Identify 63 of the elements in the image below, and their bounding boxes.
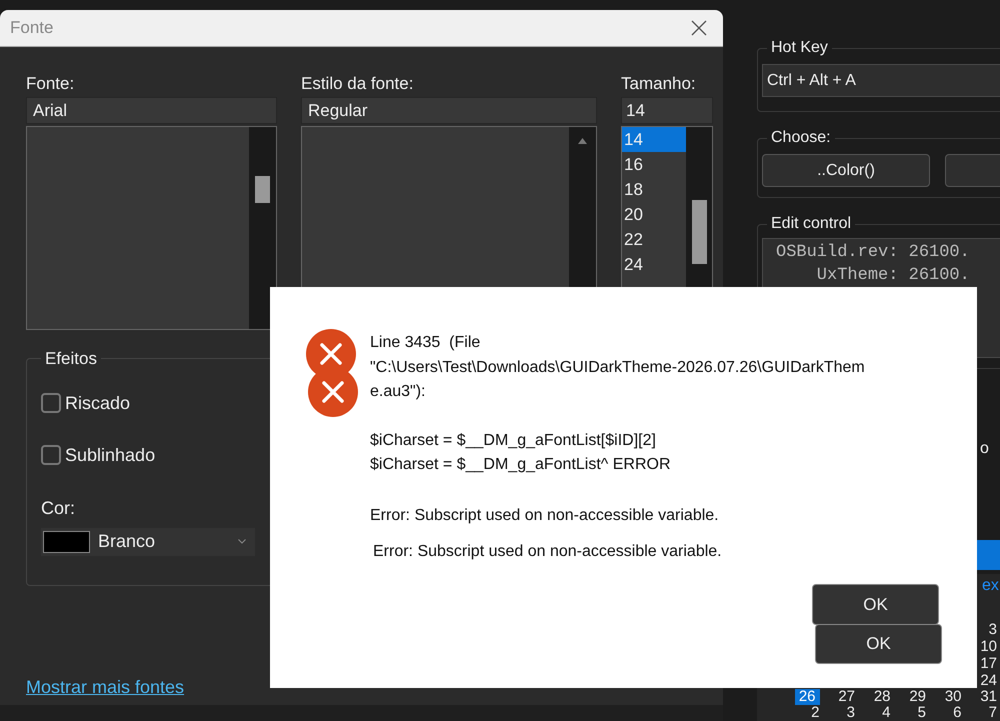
checkbox-label: Riscado bbox=[65, 392, 130, 414]
size-item[interactable]: 16 bbox=[622, 152, 686, 177]
field-label: Fonte: bbox=[26, 73, 76, 95]
color-swatch bbox=[43, 530, 90, 552]
group-title: Hot Key bbox=[770, 38, 829, 58]
checkbox[interactable] bbox=[41, 393, 61, 413]
font-size-field[interactable]: 14 bbox=[621, 97, 713, 124]
size-item[interactable]: 14 bbox=[622, 127, 686, 152]
field-label: Tamanho: bbox=[621, 73, 697, 95]
error-text: Error: Subscript used on non-accessible variable. bbox=[373, 542, 723, 562]
color-button[interactable]: ..Color() bbox=[762, 154, 930, 187]
message-line: "C:\Users\Test\Downloads\GUIDarkTheme-2026.07.26\GUIDarkThem bbox=[370, 358, 865, 378]
font-name-field[interactable]: Arial bbox=[26, 97, 277, 124]
scrollbar[interactable] bbox=[249, 127, 276, 329]
edit-line: UxTheme: 26100. bbox=[816, 265, 971, 287]
scroll-up-icon[interactable] bbox=[578, 138, 587, 144]
group-title: Efeitos bbox=[44, 348, 98, 370]
field-label: Estilo da fonte: bbox=[301, 73, 414, 95]
font-style-field[interactable]: Regular bbox=[301, 97, 597, 124]
calendar-day[interactable]: 3 bbox=[846, 705, 855, 721]
error-text: Error: Subscript used on non-accessible variable. bbox=[370, 506, 720, 526]
close-icon[interactable] bbox=[691, 20, 707, 36]
calendar-day[interactable]: 29 bbox=[909, 689, 926, 705]
scroll-thumb[interactable] bbox=[692, 200, 706, 264]
ok-button[interactable]: OK bbox=[815, 624, 942, 664]
color-name: Branco bbox=[98, 530, 156, 553]
scroll-thumb[interactable] bbox=[255, 176, 270, 203]
calendar-day[interactable]: 3 bbox=[988, 621, 997, 638]
size-item[interactable]: 22 bbox=[622, 227, 686, 252]
calendar-day[interactable]: 5 bbox=[918, 705, 926, 721]
side-label: o bbox=[980, 439, 989, 459]
message-line: Line 3435 (File bbox=[370, 333, 482, 353]
more-fonts-link[interactable]: Mostrar mais fontes bbox=[26, 674, 184, 701]
calendar-day[interactable]: 17 bbox=[980, 655, 997, 672]
calendar-day[interactable]: 10 bbox=[980, 638, 997, 655]
size-item[interactable]: 24 bbox=[622, 252, 686, 277]
calendar-day[interactable]: 28 bbox=[874, 689, 890, 705]
calendar-day[interactable]: 27 bbox=[838, 689, 855, 705]
hotkey-field[interactable]: Ctrl + Alt + A bbox=[762, 64, 1000, 97]
calendar-day[interactable]: 2 bbox=[811, 705, 820, 721]
edit-line: OSBuild.rev: 26100. bbox=[776, 242, 971, 264]
calendar-day[interactable]: 30 bbox=[944, 689, 962, 705]
checkbox[interactable] bbox=[41, 445, 61, 465]
field-label: Cor: bbox=[41, 496, 76, 520]
color-dropdown[interactable]: Branco bbox=[41, 528, 255, 556]
message-line: e.au3"): bbox=[370, 382, 426, 402]
calendar-day[interactable]: 26 bbox=[794, 689, 820, 705]
code-line: $iCharset = $__DM_g_aFontList[$iID][2] bbox=[370, 430, 657, 450]
calendar-day[interactable]: 7 bbox=[988, 705, 997, 721]
group-title: Choose: bbox=[770, 128, 832, 148]
code-line: $iCharset = $__DM_g_aFontList^ ERROR bbox=[370, 455, 672, 475]
size-item[interactable]: 20 bbox=[622, 202, 686, 227]
calendar-day[interactable]: 24 bbox=[980, 672, 997, 689]
calendar-day[interactable]: 4 bbox=[882, 705, 890, 721]
calendar-day[interactable]: 6 bbox=[953, 705, 962, 721]
checkbox-label: Sublinhado bbox=[65, 444, 156, 466]
ok-button[interactable]: OK bbox=[812, 584, 939, 625]
size-item[interactable]: 18 bbox=[622, 177, 686, 202]
calendar-column-label: ex bbox=[982, 576, 999, 596]
calendar-day[interactable]: 31 bbox=[980, 689, 997, 705]
window-title: Fonte bbox=[10, 17, 54, 40]
chevron-down-icon bbox=[238, 539, 246, 544]
group-title: Edit control bbox=[770, 214, 852, 234]
